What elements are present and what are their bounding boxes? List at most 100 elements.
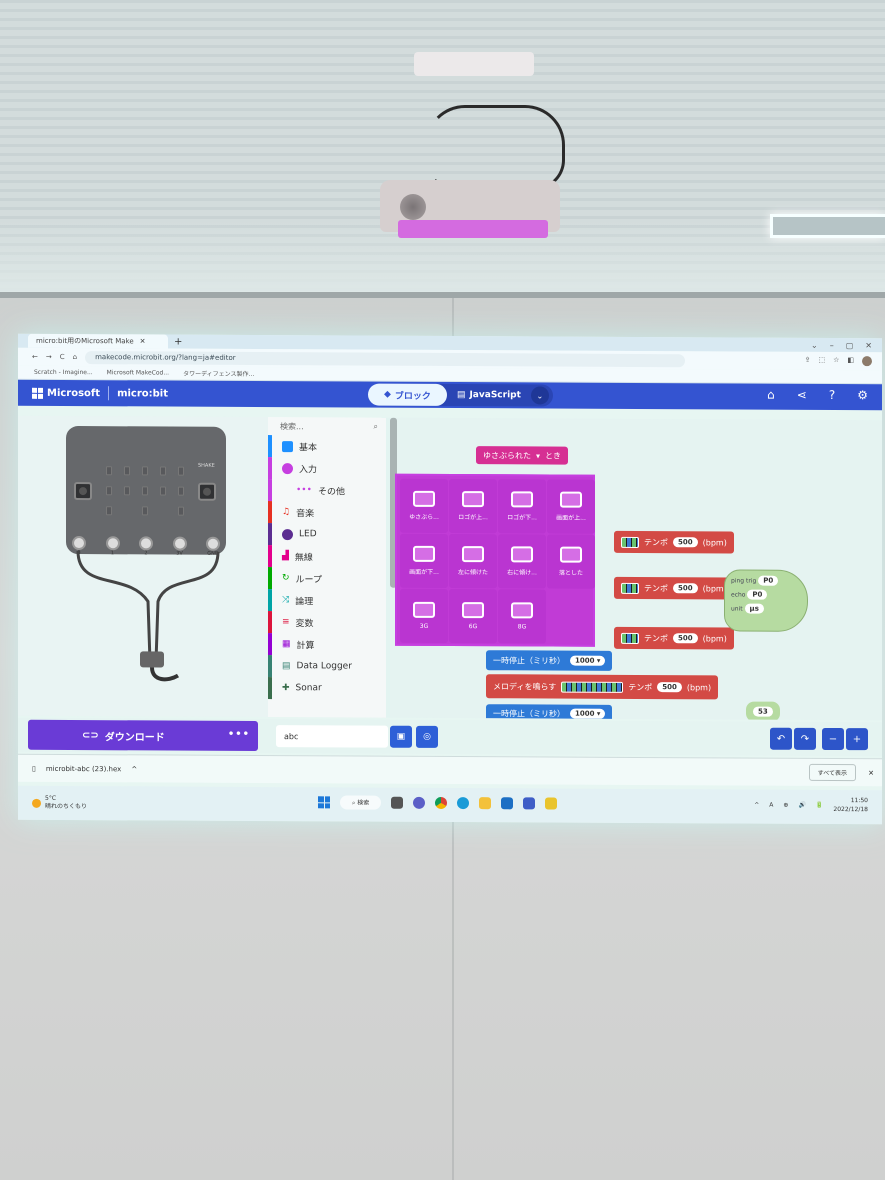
mail-icon[interactable] (501, 797, 514, 810)
profile-avatar[interactable] (862, 356, 872, 367)
bookmark-makecode[interactable]: Microsoft MakeCod... (107, 369, 169, 376)
language-dropdown-button[interactable]: ⌄ (530, 386, 549, 405)
home-icon[interactable]: ⌂ (73, 353, 77, 361)
reload-icon[interactable]: C (60, 353, 65, 361)
side-panel-icon[interactable]: ◧ (847, 356, 854, 366)
category-loops[interactable]: ↻ ループ (268, 567, 386, 590)
url-field[interactable]: makecode.microbit.org/?lang=ja#editor (85, 350, 686, 367)
pin-0[interactable]: 0 (72, 536, 86, 556)
gesture-logo-up-block[interactable]: ロゴが上... (449, 478, 497, 534)
tempo-value[interactable]: 500 (673, 583, 698, 594)
category-logic[interactable]: ⤨ 論理 (268, 589, 386, 612)
more-options-button[interactable]: ••• (228, 729, 250, 740)
category-variables[interactable]: ≡ 変数 (268, 611, 386, 634)
browser-tab[interactable]: micro:bit用のMicrosoft Make ✕ (28, 333, 168, 349)
category-data-logger[interactable]: ▤ Data Logger (268, 655, 386, 678)
ime-icon[interactable]: A (769, 801, 773, 808)
microsoft-logo[interactable]: Microsoft (32, 387, 100, 399)
store-icon[interactable] (523, 797, 536, 810)
category-led[interactable]: LED (268, 523, 386, 546)
file-explorer-icon[interactable] (479, 797, 492, 810)
javascript-tab[interactable]: ▤ JavaScript (447, 390, 531, 400)
maximize-button[interactable]: ▢ (846, 341, 854, 350)
gesture-screen-up-block[interactable]: 画面が上... (547, 479, 595, 534)
gesture-tilt-left-block[interactable]: 左に傾けた (449, 533, 497, 589)
bookmark-star-icon[interactable]: ☆ (833, 356, 839, 366)
project-name-input[interactable]: abc (276, 725, 388, 748)
gesture-free-fall-block[interactable]: 落とした (547, 534, 595, 589)
button-a[interactable] (74, 482, 92, 501)
pin-1[interactable]: 1 (105, 536, 120, 556)
help-icon[interactable]: ? (829, 388, 835, 402)
home-icon[interactable]: ⌂ (767, 388, 775, 402)
category-basic[interactable]: 基本 (268, 435, 386, 458)
back-icon[interactable]: ← (32, 353, 38, 361)
toolbox-search[interactable]: 検索... ⌕ (268, 417, 386, 436)
category-input[interactable]: 入力 (268, 457, 386, 480)
number-block[interactable]: 53 (746, 701, 780, 721)
minimize-button[interactable]: – (830, 340, 834, 349)
pin-gnd[interactable]: GND (206, 536, 220, 557)
sonar-ping-block[interactable]: ping trig P0 echo P0 unit μs (724, 569, 808, 632)
melody-field[interactable] (561, 681, 624, 693)
tray-overflow-icon[interactable]: ^ (754, 801, 759, 808)
zoom-out-button[interactable]: − (822, 727, 844, 751)
unit-dropdown[interactable]: μs (744, 603, 764, 614)
task-view-icon[interactable] (391, 796, 404, 809)
close-tab-icon[interactable]: ✕ (140, 337, 146, 345)
echo-pin-dropdown[interactable]: P0 (747, 589, 768, 600)
category-music[interactable]: ♫ 音楽 (268, 501, 386, 524)
app-icon[interactable] (545, 797, 558, 810)
pin-3v[interactable]: 3V (172, 536, 187, 557)
product-name[interactable]: micro:bit (117, 388, 168, 399)
gesture-screen-down-block[interactable]: 画面が下... (400, 533, 448, 588)
file-chevron-icon[interactable]: ^ (131, 765, 137, 773)
clock[interactable]: 11:50 2022/12/18 (833, 796, 868, 814)
zoom-in-button[interactable]: + (846, 728, 868, 751)
category-sonar[interactable]: ✚ Sonar (268, 677, 386, 700)
chrome-icon[interactable] (435, 796, 448, 809)
blocks-tab[interactable]: ◆ ブロック (368, 383, 447, 406)
tempo-value[interactable]: 500 (673, 633, 698, 644)
pin-2[interactable]: 2 (139, 536, 153, 556)
category-math[interactable]: ▦ 計算 (268, 633, 386, 656)
downloaded-file[interactable]: microbit-abc (23).hex (46, 764, 121, 772)
network-icon[interactable]: ⊕ (783, 801, 788, 808)
melody-field[interactable] (621, 536, 639, 548)
bookmark-scratch[interactable]: Scratch - Imagine... (34, 369, 93, 376)
weather-widget[interactable]: 5°C 晴れのちくもり (18, 795, 87, 811)
undo-button[interactable]: ↶ (770, 727, 792, 750)
install-icon[interactable]: ⇪ (805, 356, 811, 366)
windows-start-icon[interactable] (318, 796, 330, 809)
battery-icon[interactable]: 🔋 (816, 801, 823, 808)
gesture-logo-down-block[interactable]: ロゴが下... (498, 479, 546, 534)
button-b[interactable] (198, 482, 216, 501)
tempo-block[interactable]: テンポ 500 (bpm) (614, 576, 734, 600)
pause-block[interactable]: 一時停止（ミリ秒） 1000 ▾ (486, 704, 613, 721)
gesture-6g-block[interactable]: 6G (449, 588, 497, 644)
settings-icon[interactable]: ⚙ (857, 388, 868, 402)
category-input-more[interactable]: ••• その他 (268, 479, 386, 502)
gesture-3g-block[interactable]: 3G (400, 588, 448, 643)
pause-value[interactable]: 1000 ▾ (570, 655, 606, 666)
melody-field[interactable] (621, 582, 639, 594)
taskbar-search[interactable]: ⌕ 検索 (340, 795, 382, 810)
tab-search-icon[interactable]: ⌄ (811, 340, 818, 349)
trig-pin-dropdown[interactable]: P0 (758, 575, 779, 586)
chat-icon[interactable] (413, 796, 426, 809)
github-button[interactable]: ◎ (416, 725, 438, 748)
melody-field[interactable] (621, 632, 639, 644)
show-all-button[interactable]: すべて表示 (808, 763, 856, 782)
new-tab-button[interactable]: + (174, 336, 182, 347)
share-icon[interactable]: ⋖ (797, 388, 807, 402)
tempo-block[interactable]: テンポ 500 (bpm) (614, 626, 734, 650)
on-shake-event-block[interactable]: ゆさぶられた ▾ とき (476, 446, 569, 465)
save-button[interactable]: ▣ (390, 725, 412, 748)
tempo-value[interactable]: 500 (673, 537, 698, 548)
forward-icon[interactable]: → (46, 353, 52, 361)
category-radio[interactable]: ▟ 無線 (268, 545, 386, 568)
close-window-button[interactable]: ✕ (865, 341, 872, 350)
number-value[interactable]: 53 (753, 706, 773, 717)
bookmark-tower-defense[interactable]: タワーディフェンス製作... (183, 369, 254, 378)
gesture-shake-block[interactable]: ゆさぶら... (400, 478, 448, 533)
